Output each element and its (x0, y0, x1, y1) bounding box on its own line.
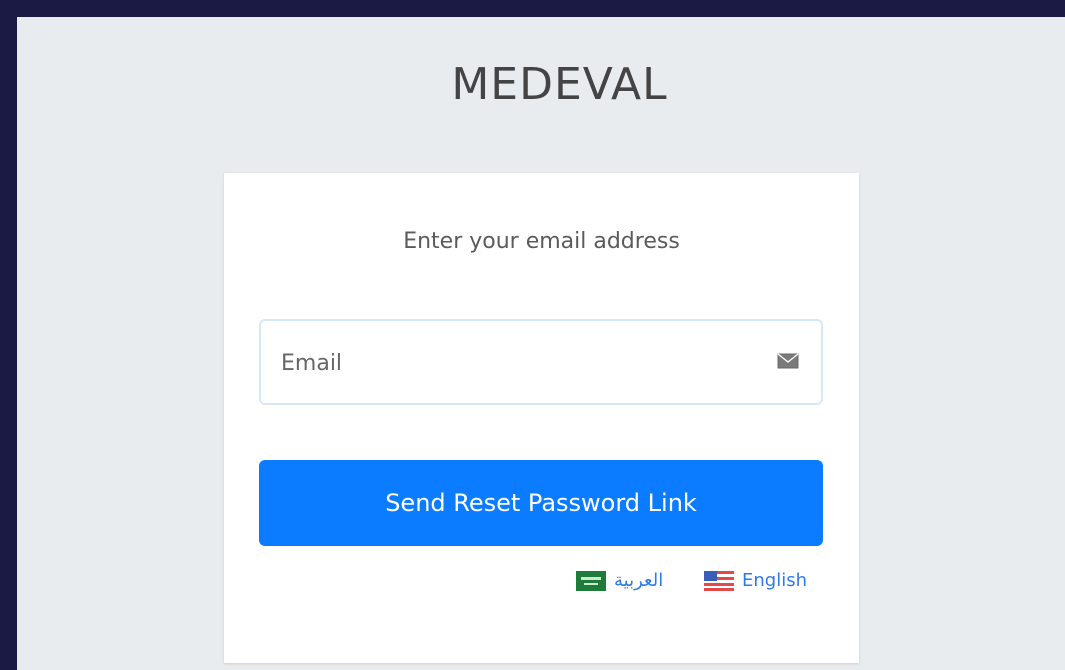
language-label-english: English (742, 570, 807, 591)
brand-title: MEDEVAL (451, 59, 668, 110)
page-background: MEDEVAL Enter your email address Send Re… (17, 17, 1065, 670)
saudi-flag-icon (576, 571, 606, 591)
language-english-link[interactable]: English (704, 571, 807, 591)
reset-card: Enter your email address Send Reset Pass… (224, 173, 859, 663)
envelope-icon (777, 353, 799, 369)
language-arabic-link[interactable]: العربية (576, 571, 663, 591)
language-label-arabic: العربية (614, 570, 664, 591)
language-switcher: العربية English (576, 571, 836, 601)
send-reset-link-button[interactable]: Send Reset Password Link (259, 460, 823, 546)
email-field[interactable] (259, 319, 823, 405)
us-flag-icon (704, 571, 734, 591)
email-input[interactable] (279, 339, 753, 387)
card-title: Enter your email address (403, 229, 680, 254)
